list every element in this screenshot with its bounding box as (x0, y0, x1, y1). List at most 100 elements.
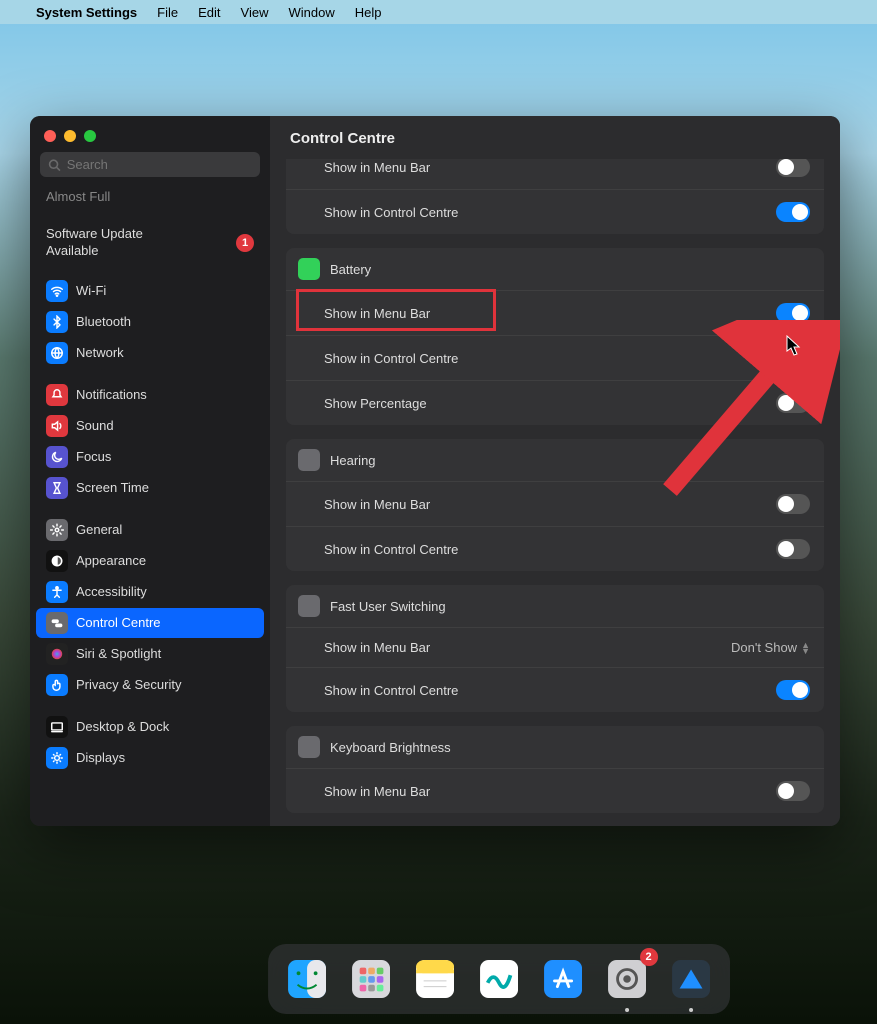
sidebar-software-update[interactable]: Software Update Available 1 (30, 222, 270, 264)
row-label: Show in Control Centre (324, 205, 458, 220)
toggle-switch[interactable] (776, 680, 810, 700)
settings-row: Show in Menu Bar Don't Show▲▼ (286, 627, 824, 667)
wifi-icon (46, 280, 68, 302)
row-label: Show in Control Centre (324, 542, 458, 557)
dock-icon-unknown[interactable] (664, 952, 718, 1006)
row-label: Show in Control Centre (324, 351, 458, 366)
section-header: Keyboard Brightness (286, 726, 824, 768)
toggle-switch[interactable] (776, 159, 810, 177)
gear-icon (46, 519, 68, 541)
menubar-help[interactable]: Help (355, 5, 382, 20)
section-header: Hearing (286, 439, 824, 481)
sidebar-item-wi-fi[interactable]: Wi-Fi (36, 276, 264, 306)
sidebar-item-label: Appearance (76, 553, 146, 568)
sidebar-item-label: Displays (76, 750, 125, 765)
menubar-window[interactable]: Window (288, 5, 334, 20)
dock-running-indicator (625, 1008, 629, 1012)
sidebar-item-focus[interactable]: Focus (36, 442, 264, 472)
zoom-window-button[interactable] (84, 130, 96, 142)
dock-icon-appstore[interactable] (536, 952, 590, 1006)
sidebar-item-appearance[interactable]: Appearance (36, 546, 264, 576)
minimize-window-button[interactable] (64, 130, 76, 142)
dock-icon-settings[interactable]: 2 (600, 952, 654, 1006)
dock-icon-launchpad[interactable] (344, 952, 398, 1006)
sidebar-item-screen-time[interactable]: Screen Time (36, 473, 264, 503)
menubar-view[interactable]: View (241, 5, 269, 20)
moon-icon (46, 446, 68, 468)
section-icon (298, 736, 320, 758)
settings-row: Show in Menu Bar (286, 768, 824, 813)
dock: 2 (268, 944, 730, 1014)
sidebar-item-control-centre[interactable]: Control Centre (36, 608, 264, 638)
sidebar-item-label: Network (76, 345, 124, 360)
dock-icon-freeform[interactable] (472, 952, 526, 1006)
settings-section-battery: Battery Show in Menu Bar Show in Control C… (286, 248, 824, 425)
settings-row: Show Percentage (286, 380, 824, 425)
sidebar-item-notifications[interactable]: Notifications (36, 380, 264, 410)
toggle-switch[interactable] (776, 202, 810, 222)
sidebar-item-privacy-security[interactable]: Privacy & Security (36, 670, 264, 700)
sidebar-item-sound[interactable]: Sound (36, 411, 264, 441)
sidebar-search[interactable] (40, 152, 260, 177)
row-label: Show in Menu Bar (324, 784, 430, 799)
settings-section-partial: Show in Menu Bar Show in Control Centre (286, 159, 824, 234)
dock-running-indicator (689, 1008, 693, 1012)
sidebar-item-label: Privacy & Security (76, 677, 181, 692)
settings-row: Show in Menu Bar (286, 290, 824, 335)
disp-icon (46, 747, 68, 769)
settings-sidebar: Almost Full Software Update Available 1 … (30, 116, 270, 826)
section-icon (298, 449, 320, 471)
sidebar-item-label: Siri & Spotlight (76, 646, 161, 661)
section-title: Keyboard Brightness (330, 740, 451, 755)
main-scroll[interactable]: Show in Menu BarShow in Control CentreBa… (270, 159, 840, 826)
section-icon (298, 595, 320, 617)
settings-section-fast-user-switching: Fast User Switching Show in Menu Bar Don't… (286, 585, 824, 712)
toggle-switch[interactable] (776, 494, 810, 514)
row-label: Show in Menu Bar (324, 640, 430, 655)
dock-icon-notes[interactable] (408, 952, 462, 1006)
menubar-file[interactable]: File (157, 5, 178, 20)
row-label: Show in Control Centre (324, 683, 458, 698)
sidebar-item-label: Wi-Fi (76, 283, 106, 298)
hand-icon (46, 674, 68, 696)
main-pane-title: Control Centre (270, 116, 840, 159)
toggle-switch[interactable] (776, 348, 810, 368)
close-window-button[interactable] (44, 130, 56, 142)
toggle-switch[interactable] (776, 781, 810, 801)
settings-row: Show in Control Centre (286, 526, 824, 571)
settings-row: Show in Menu Bar (286, 481, 824, 526)
dock-icon-finder[interactable] (280, 952, 334, 1006)
toggle-switch[interactable] (776, 539, 810, 559)
system-menubar: System Settings File Edit View Window He… (0, 0, 877, 24)
software-update-badge: 1 (236, 234, 254, 252)
menubar-app-name[interactable]: System Settings (36, 5, 137, 20)
sidebar-item-label: Screen Time (76, 480, 149, 495)
toggle-switch[interactable] (776, 393, 810, 413)
sidebar-item-desktop-dock[interactable]: Desktop & Dock (36, 712, 264, 742)
sidebar-item-bluetooth[interactable]: Bluetooth (36, 307, 264, 337)
menubar-edit[interactable]: Edit (198, 5, 220, 20)
sidebar-item-accessibility[interactable]: Accessibility (36, 577, 264, 607)
section-header: Battery (286, 248, 824, 290)
sidebar-almost-full[interactable]: Almost Full (30, 185, 270, 210)
sidebar-item-network[interactable]: Network (36, 338, 264, 368)
cc-icon (46, 612, 68, 634)
appear-icon (46, 550, 68, 572)
sidebar-item-label: Focus (76, 449, 111, 464)
dropdown-select[interactable]: Don't Show▲▼ (731, 640, 810, 655)
section-title: Fast User Switching (330, 599, 446, 614)
dropdown-value-label: Don't Show (731, 640, 797, 655)
row-label: Show in Menu Bar (324, 160, 430, 175)
sidebar-item-displays[interactable]: Displays (36, 743, 264, 773)
sidebar-scroll[interactable]: Almost Full Software Update Available 1 … (30, 185, 270, 826)
sidebar-item-label: Notifications (76, 387, 147, 402)
settings-section-keyboard-brightness: Keyboard Brightness Show in Menu Bar (286, 726, 824, 813)
sidebar-item-label: Control Centre (76, 615, 161, 630)
row-label: Show in Menu Bar (324, 306, 430, 321)
sidebar-item-label: General (76, 522, 122, 537)
settings-row: Show in Control Centre (286, 667, 824, 712)
toggle-switch[interactable] (776, 303, 810, 323)
sidebar-item-general[interactable]: General (36, 515, 264, 545)
search-input[interactable] (67, 157, 252, 172)
sidebar-item-siri-spotlight[interactable]: Siri & Spotlight (36, 639, 264, 669)
